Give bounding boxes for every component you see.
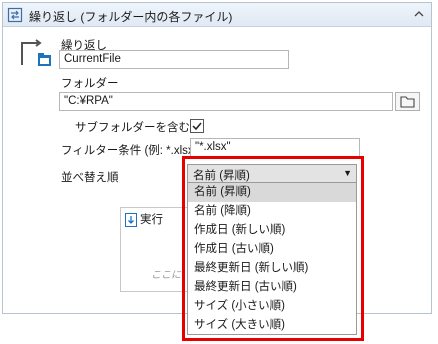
activity-title: 繰り返し (フォルダー内の各ファイル) — [29, 10, 233, 24]
subfolders-checkbox[interactable] — [190, 119, 204, 133]
sort-option-name-desc[interactable]: 名前 (降順) — [188, 202, 356, 221]
sort-option-created-oldest[interactable]: 作成日 (古い順) — [188, 240, 356, 259]
sort-option-modified-oldest[interactable]: 最終更新日 (古い順) — [188, 278, 356, 297]
sort-option-name-asc[interactable]: 名前 (昇順) — [188, 183, 356, 202]
caret-down-icon: ▼ — [343, 168, 352, 178]
sort-order-dropdown[interactable]: 名前 (昇順) ▼ — [187, 164, 357, 183]
loop-folder-icon — [21, 39, 51, 66]
folder-input[interactable]: "C:¥RPA" — [59, 92, 393, 111]
sort-order-selected: 名前 (昇順) — [193, 170, 250, 182]
sort-option-modified-newest[interactable]: 最終更新日 (新しい順) — [188, 259, 356, 278]
checkmark-icon — [192, 122, 202, 131]
browse-folder-button[interactable] — [395, 92, 420, 111]
folder-icon — [400, 96, 415, 108]
filter-label: フィルター条件 (例: *.xlsx) — [61, 145, 198, 157]
execute-container: 実行 ここに — [120, 207, 192, 292]
activity-titlebar[interactable]: 繰り返し (フォルダー内の各ファイル) — [3, 3, 431, 27]
loop-arrow-icon — [7, 7, 23, 23]
filter-input[interactable]: "*.xlsx" — [190, 138, 360, 157]
execute-header: 実行 — [125, 211, 163, 227]
execute-icon — [125, 212, 137, 227]
chevron-up-icon[interactable] — [413, 8, 425, 20]
sort-order-label: 並べ替え順 — [61, 172, 119, 184]
sort-option-size-smallest[interactable]: サイズ (小さい順) — [188, 297, 356, 316]
sort-option-created-newest[interactable]: 作成日 (新しい順) — [188, 221, 356, 240]
subfolders-label: サブフォルダーを含む — [75, 122, 190, 134]
sort-option-size-largest[interactable]: サイズ (大きい順) — [188, 316, 356, 335]
execute-drop-hint: ここに — [151, 270, 181, 281]
execute-label: 実行 — [140, 214, 163, 226]
folder-label: フォルダー — [61, 78, 119, 90]
loop-variable-field[interactable]: CurrentFile — [59, 50, 289, 69]
sort-order-options: 名前 (昇順) 名前 (降順) 作成日 (新しい順) 作成日 (古い順) 最終更… — [187, 183, 357, 335]
